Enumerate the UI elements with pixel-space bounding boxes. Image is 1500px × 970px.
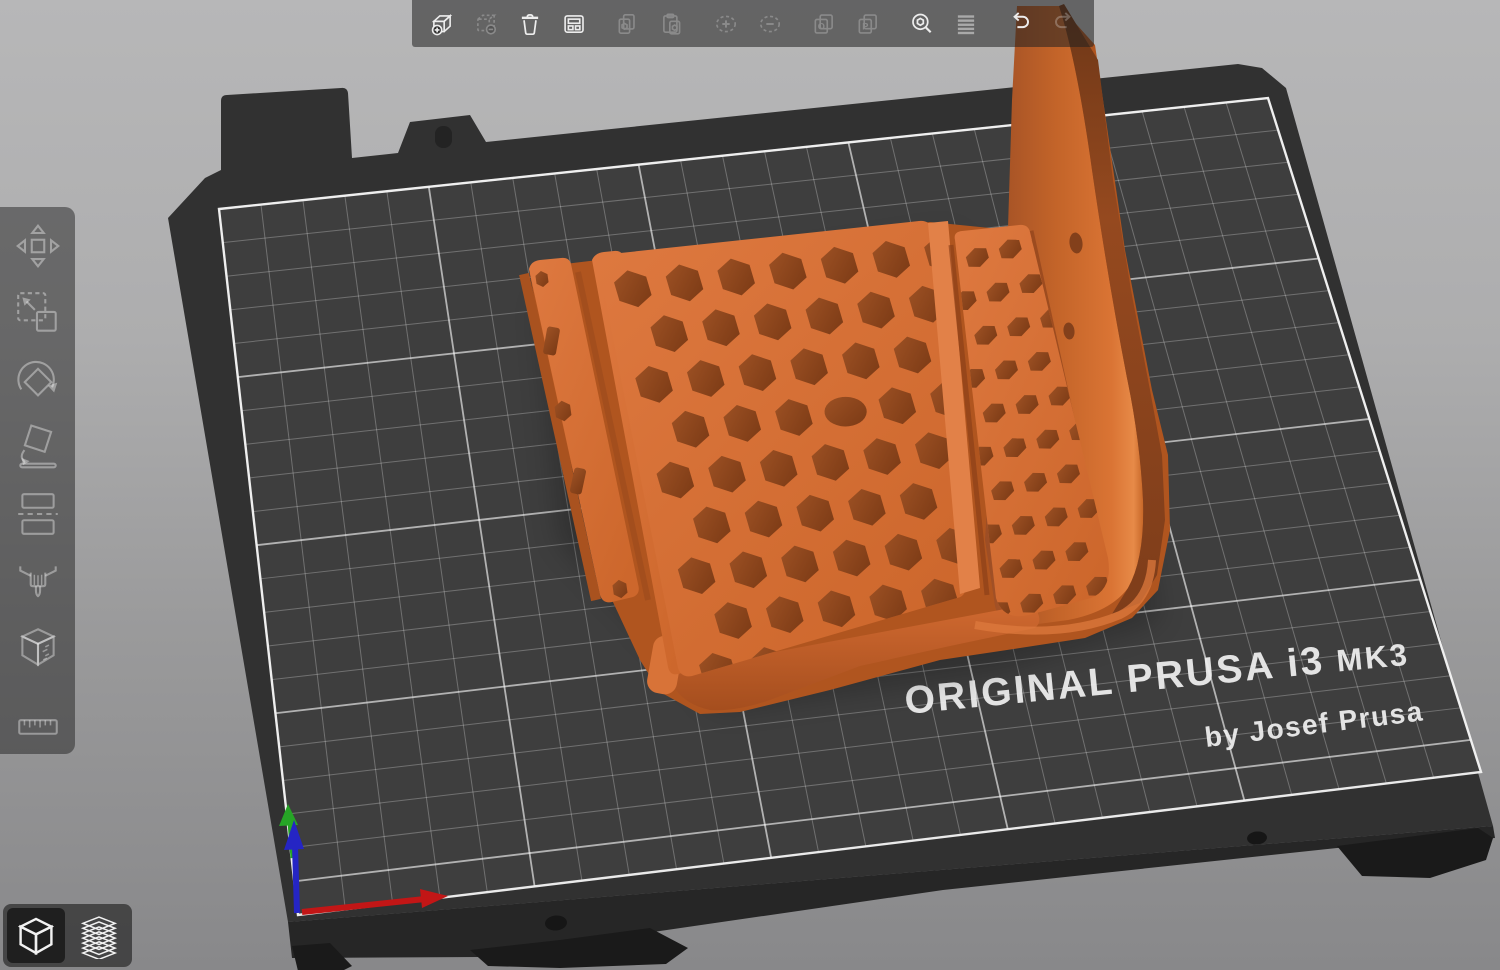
cut-button[interactable] — [10, 487, 66, 541]
delete-button[interactable] — [465, 3, 507, 45]
3d-editor-view-button[interactable] — [7, 908, 65, 963]
seam-button[interactable] — [10, 621, 66, 675]
place-on-face-button[interactable] — [10, 420, 66, 474]
undo-icon — [1007, 11, 1033, 37]
gizmo-toolbar — [0, 207, 75, 754]
paint-on-supports-button[interactable] — [10, 554, 66, 608]
add-instance-button[interactable] — [705, 3, 747, 45]
svg-text:P: P — [862, 21, 868, 31]
preview-layers-icon — [76, 913, 122, 959]
top-toolbar: O P — [412, 0, 1094, 47]
search-button[interactable] — [901, 3, 943, 45]
scale-button[interactable] — [10, 286, 66, 340]
undo-button[interactable] — [999, 3, 1041, 45]
measure-button[interactable] — [10, 688, 66, 742]
3d-editor-view-icon — [14, 914, 58, 958]
redo-button[interactable] — [1043, 3, 1085, 45]
bed-pin — [435, 126, 452, 148]
add-instance-icon — [713, 11, 739, 37]
place-on-face-icon — [13, 422, 63, 472]
split-to-parts-icon: P — [855, 11, 881, 37]
view-toolbar — [3, 904, 132, 967]
svg-text:O: O — [818, 21, 825, 31]
arrange-icon — [561, 11, 587, 37]
paste-icon — [659, 11, 685, 37]
copy-icon — [615, 11, 641, 37]
measure-icon — [13, 690, 63, 740]
delete-all-icon — [517, 11, 543, 37]
viewport-3d[interactable]: ORIGINAL PRUSA i3MK3 by Josef Prusa — [0, 0, 1500, 970]
arrange-button[interactable] — [553, 3, 595, 45]
move-icon — [13, 221, 63, 271]
split-to-objects-icon: O — [811, 11, 837, 37]
scale-icon — [13, 288, 63, 338]
delete-all-button[interactable] — [509, 3, 551, 45]
add-button[interactable] — [421, 3, 463, 45]
prusaslicer-3d-viewport-window: ORIGINAL PRUSA i3MK3 by Josef Prusa — [0, 0, 1500, 970]
split-to-objects-button[interactable]: O — [803, 3, 845, 45]
seam-icon — [13, 623, 63, 673]
rotate-icon — [13, 355, 63, 405]
variable-layer-height-icon — [953, 11, 979, 37]
paint-on-supports-icon — [13, 556, 63, 606]
remove-instance-icon — [757, 11, 783, 37]
move-button[interactable] — [10, 219, 66, 273]
rotate-button[interactable] — [10, 353, 66, 407]
split-to-parts-button[interactable]: P — [847, 3, 889, 45]
search-icon — [909, 11, 935, 37]
add-icon — [429, 11, 455, 37]
copy-button[interactable] — [607, 3, 649, 45]
paste-button[interactable] — [651, 3, 693, 45]
variable-layer-height-button[interactable] — [945, 3, 987, 45]
remove-instance-button[interactable] — [749, 3, 791, 45]
delete-icon — [473, 11, 499, 37]
preview-button[interactable] — [70, 908, 128, 963]
cut-icon — [13, 489, 63, 539]
redo-icon — [1051, 11, 1077, 37]
